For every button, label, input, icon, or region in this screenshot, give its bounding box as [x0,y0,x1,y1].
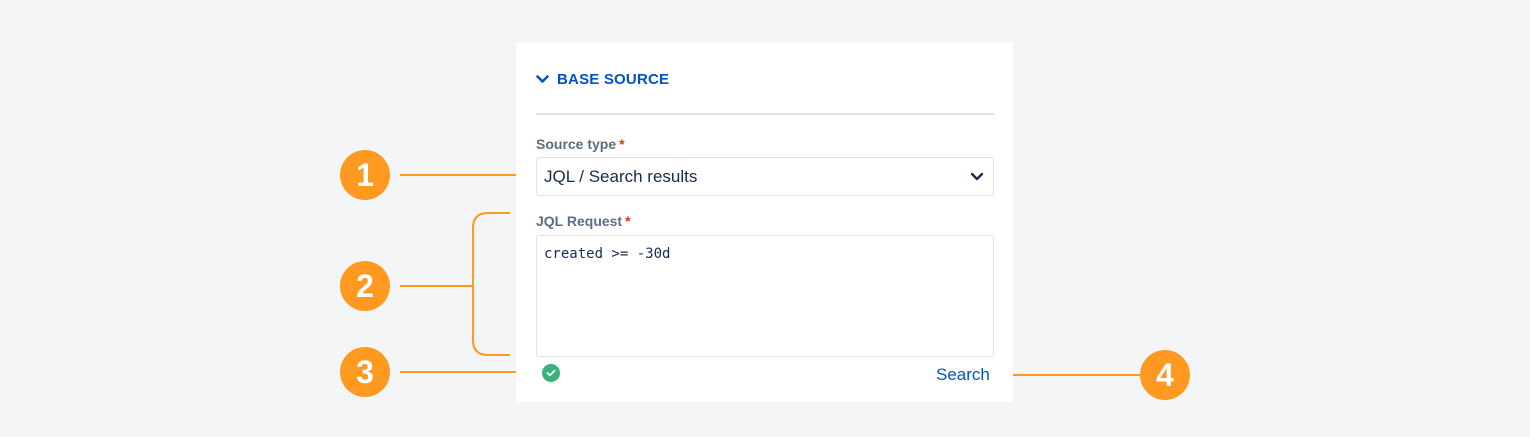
base-source-toggle[interactable]: BASE SOURCE [536,71,669,88]
callout-4: 4 [1140,350,1190,400]
source-type-label-text: Source type [536,136,617,152]
callout-2: 2 [340,261,390,311]
source-type-label: Source type * [536,136,625,152]
callout-1: 1 [340,150,390,200]
source-type-select[interactable]: JQL / Search results [536,157,994,196]
search-link[interactable]: Search [936,365,990,385]
source-type-value: JQL / Search results [544,166,698,186]
check-circle-icon [542,364,560,382]
jql-request-input[interactable]: created >= -30d [536,235,994,357]
callout-3: 3 [340,347,390,397]
jql-request-label: JQL Request * [536,213,631,229]
section-title: BASE SOURCE [557,71,670,88]
required-mark: * [619,136,625,152]
jql-request-label-text: JQL Request [536,213,623,229]
section-divider [536,113,994,115]
required-mark: * [625,213,631,229]
base-source-panel: BASE SOURCE Source type * JQL / Search re… [516,43,1013,402]
callout-2-bracket [472,212,510,356]
chevron-down-icon [970,168,984,186]
chevron-down-icon [536,75,549,84]
